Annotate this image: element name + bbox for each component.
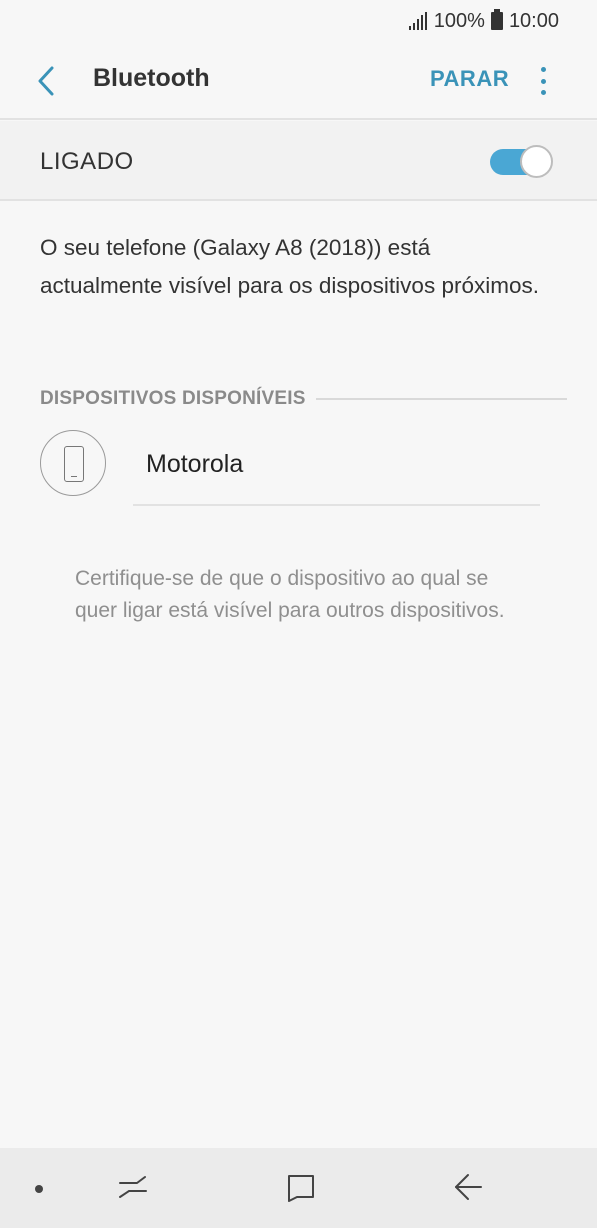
section-title: DISPOSITIVOS DISPONÍVEIS	[40, 388, 306, 409]
more-vertical-icon[interactable]	[532, 64, 554, 98]
divider	[0, 118, 597, 120]
device-name: Motorola	[146, 450, 244, 478]
battery-percent: 100%	[433, 9, 485, 32]
home-icon[interactable]	[286, 1170, 316, 1204]
visibility-hint: Certifique-se de que o dispositivo ao qu…	[75, 567, 505, 622]
status-bar: 100% 10:00	[0, 0, 597, 42]
divider	[133, 504, 540, 506]
section-divider	[315, 398, 567, 400]
switch-knob	[520, 145, 553, 178]
divider	[0, 199, 597, 201]
bluetooth-toggle-row[interactable]: LIGADO	[0, 121, 597, 199]
device-item-motorola[interactable]: Motorola	[40, 430, 540, 506]
recent-apps-icon[interactable]	[116, 1170, 150, 1204]
signal-bars-icon	[408, 12, 428, 30]
dot-icon[interactable]	[35, 1185, 43, 1193]
app-bar: Bluetooth PARAR	[0, 42, 597, 119]
navigation-bar	[0, 1148, 597, 1228]
back-arrow-icon[interactable]	[452, 1170, 484, 1204]
battery-icon	[490, 9, 503, 30]
phone-icon	[40, 430, 106, 496]
bluetooth-switch[interactable]	[490, 144, 554, 178]
available-devices-header: DISPOSITIVOS DISPONÍVEIS	[40, 388, 567, 410]
page-title: Bluetooth	[93, 64, 210, 92]
visibility-description: O seu telefone (Galaxy A8 (2018)) está a…	[40, 235, 539, 298]
clock: 10:00	[508, 9, 559, 32]
toggle-label: LIGADO	[40, 148, 134, 175]
chevron-left-icon[interactable]	[32, 64, 62, 98]
stop-button[interactable]: PARAR	[430, 66, 509, 92]
